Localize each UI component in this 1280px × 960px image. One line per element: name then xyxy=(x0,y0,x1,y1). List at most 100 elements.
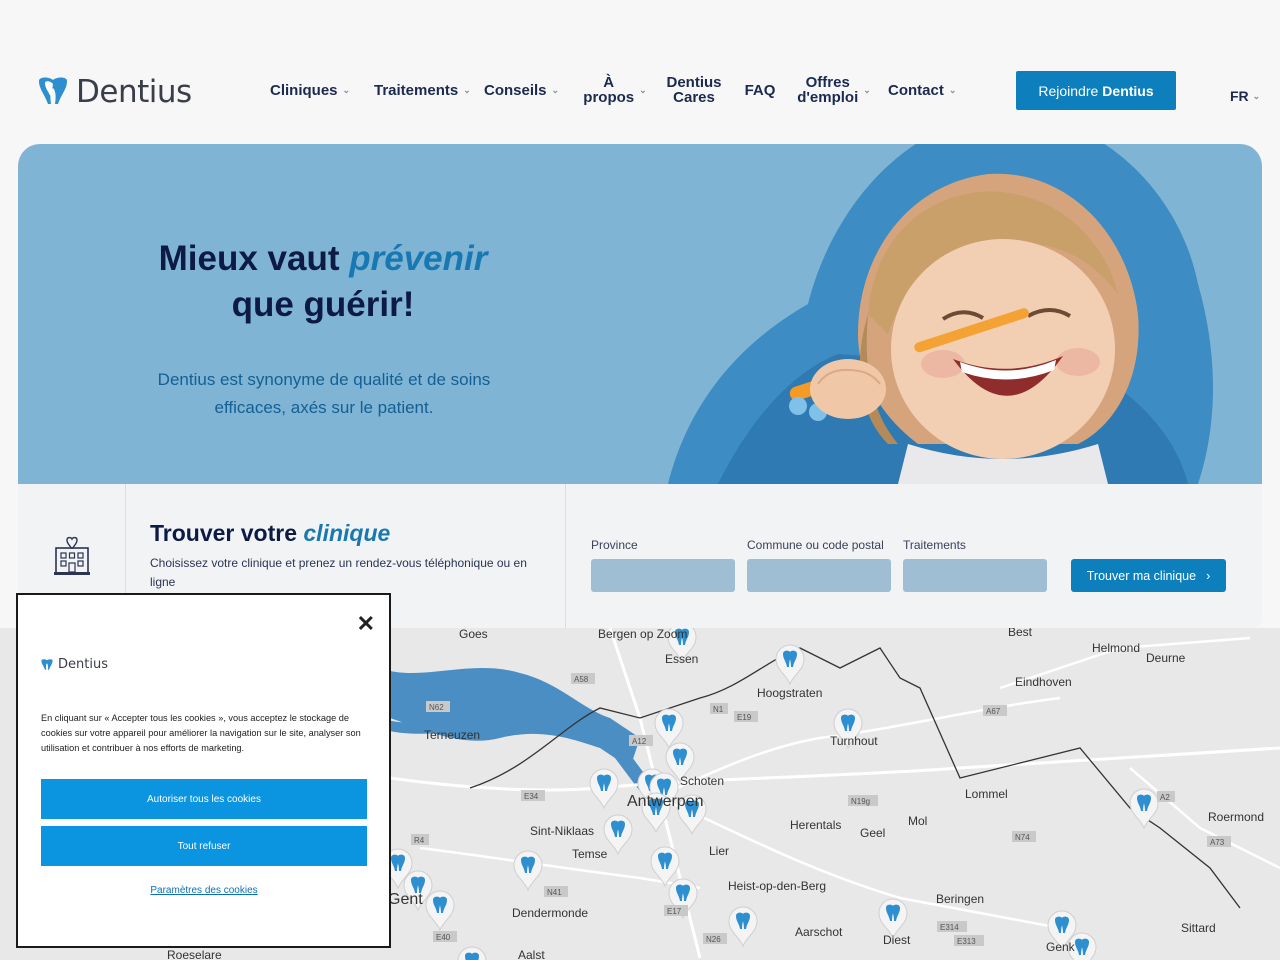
nav-label-line: propos xyxy=(583,89,635,106)
map-place-label: Aarschot xyxy=(795,925,843,939)
map-place-label: Helmond xyxy=(1092,641,1140,655)
chevron-down-icon: ⌄ xyxy=(463,84,471,95)
road-label: E17 xyxy=(667,907,682,916)
finder-divider xyxy=(565,484,566,628)
road-label: N26 xyxy=(706,935,721,944)
commune-field: Commune ou code postal xyxy=(747,538,891,592)
road-label: N1 xyxy=(713,705,724,714)
map-place-label: Eindhoven xyxy=(1015,675,1072,689)
reject-all-cookies-button[interactable]: Tout refuser xyxy=(41,826,367,866)
nav-item-a-propos[interactable]: À propos ⌄ xyxy=(580,75,650,105)
nav-label-line: À xyxy=(603,74,615,91)
nav-item-faq[interactable]: FAQ xyxy=(740,83,780,98)
nav-label: Dentius Cares xyxy=(666,75,721,105)
nav-item-conseils[interactable]: Conseils ⌄ xyxy=(484,83,568,98)
map-place-label: Lier xyxy=(709,844,729,858)
nav-item-dentius-cares[interactable]: Dentius Cares xyxy=(658,75,730,105)
treatments-select[interactable] xyxy=(903,559,1047,592)
join-dentius-button[interactable]: Rejoindre Dentius xyxy=(1016,71,1176,110)
hero-title-highlight: prévenir xyxy=(349,239,488,278)
cookie-consent-dialog: ✕ Dentius En cliquant sur « Accepter tou… xyxy=(16,593,391,948)
chevron-down-icon: ⌄ xyxy=(342,84,351,95)
map-place-label: Goes xyxy=(459,628,488,641)
nav-item-offres-emploi[interactable]: Offres d'emploi ⌄ xyxy=(792,75,876,105)
map-place-label: Herentals xyxy=(790,818,841,832)
chevron-down-icon: ⌄ xyxy=(863,84,871,95)
join-prefix: Rejoindre xyxy=(1038,82,1099,99)
province-label: Province xyxy=(591,538,638,552)
chevron-down-icon: ⌄ xyxy=(639,84,647,95)
road-label: R4 xyxy=(414,836,425,845)
chevron-down-icon: ⌄ xyxy=(948,84,957,95)
map-place-label: Turnhout xyxy=(830,734,878,748)
province-select[interactable] xyxy=(591,559,735,592)
nav-label: À propos xyxy=(583,75,634,105)
child-brushing-teeth-image xyxy=(668,144,1213,484)
hero-title-part1: Mieux vaut xyxy=(158,239,340,278)
road-label: E34 xyxy=(524,792,539,801)
nav-label: Conseils xyxy=(484,81,547,99)
road-label: A12 xyxy=(632,737,647,746)
language-selector[interactable]: FR ⌄ xyxy=(1230,88,1260,104)
hero-subtitle: Dentius est synonyme de qualité et de so… xyxy=(157,370,491,417)
tooth-logo-icon xyxy=(39,77,67,104)
map-place-label: Temse xyxy=(572,847,608,861)
nav-label-line: d'emploi xyxy=(797,89,859,106)
accept-all-cookies-button[interactable]: Autoriser tous les cookies xyxy=(41,779,367,819)
map-place-label: Geel xyxy=(860,826,885,840)
cookie-logo-text: Dentius xyxy=(58,657,108,672)
map-place-label: Best xyxy=(1008,628,1033,639)
close-icon[interactable]: ✕ xyxy=(357,613,375,635)
commune-input[interactable] xyxy=(747,559,891,592)
nav-label-line: Offres xyxy=(805,74,850,91)
nav-label: Traitements xyxy=(374,81,459,99)
map-place-label: Terneuzen xyxy=(424,728,480,742)
map-place-label: Lommel xyxy=(965,787,1008,801)
road-label: A58 xyxy=(574,675,589,684)
find-clinic-label: Trouver ma clinique xyxy=(1086,568,1197,583)
finder-title-part1: Trouver votre xyxy=(150,520,297,546)
commune-label: Commune ou code postal xyxy=(747,538,884,552)
nav-item-contact[interactable]: Contact ⌄ xyxy=(888,83,966,98)
road-label: E19 xyxy=(737,713,752,722)
finder-description: Choisissez votre clinique et prenez un r… xyxy=(150,556,527,589)
road-label: E314 xyxy=(940,923,959,932)
finder-title-highlight: clinique xyxy=(303,520,391,546)
map-place-label: Roeselare xyxy=(167,948,222,960)
nav-label: FAQ xyxy=(744,81,776,99)
finder-title: Trouver votre clinique xyxy=(150,520,390,547)
map-place-label: Gent xyxy=(388,891,423,908)
map-place-label: Sint-Niklaas xyxy=(530,824,594,838)
cookie-settings-link[interactable]: Paramètres des cookies xyxy=(41,885,367,896)
road-label: E313 xyxy=(957,937,976,946)
map-place-label: Essen xyxy=(665,652,698,666)
find-clinic-button[interactable]: Trouver ma clinique › xyxy=(1071,559,1226,592)
nav-item-traitements[interactable]: Traitements ⌄ xyxy=(374,83,498,98)
map-place-label: Deurne xyxy=(1146,651,1186,665)
hero-banner: Mieux vaut prévenir que guérir! Dentius … xyxy=(18,144,1262,484)
cookie-dentius-logo: Dentius xyxy=(40,657,108,672)
logo-text: Dentius xyxy=(76,74,192,110)
language-label: FR xyxy=(1230,88,1249,104)
nav-label-line: Dentius xyxy=(666,74,722,91)
tooth-logo-icon xyxy=(41,658,53,670)
hero-title-part2: que guérir! xyxy=(231,285,415,324)
road-label: E40 xyxy=(436,933,451,942)
chevron-down-icon: ⌄ xyxy=(1252,90,1261,101)
map-place-label: Bergen op Zoom xyxy=(598,628,687,641)
dentius-logo[interactable]: Dentius xyxy=(36,74,192,110)
map-place-label: Beringen xyxy=(936,892,984,906)
main-nav: Cliniques ⌄ Traitements ⌄ Conseils ⌄ À prop… xyxy=(270,74,966,106)
join-brand: Dentius xyxy=(1102,82,1154,99)
map-place-label: Hoogstraten xyxy=(757,686,822,700)
road-label: A73 xyxy=(1210,838,1225,847)
map-place-label: Genk xyxy=(1046,940,1076,954)
treatments-field: Traitements xyxy=(903,538,1047,592)
road-label: A67 xyxy=(986,707,1001,716)
nav-item-cliniques[interactable]: Cliniques ⌄ xyxy=(270,83,356,98)
map-place-label: Roermond xyxy=(1208,810,1264,824)
nav-label: Contact xyxy=(888,81,944,99)
road-label: A2 xyxy=(1160,793,1170,802)
map-place-label: Sittard xyxy=(1181,921,1216,935)
chevron-right-icon: › xyxy=(1206,568,1211,583)
